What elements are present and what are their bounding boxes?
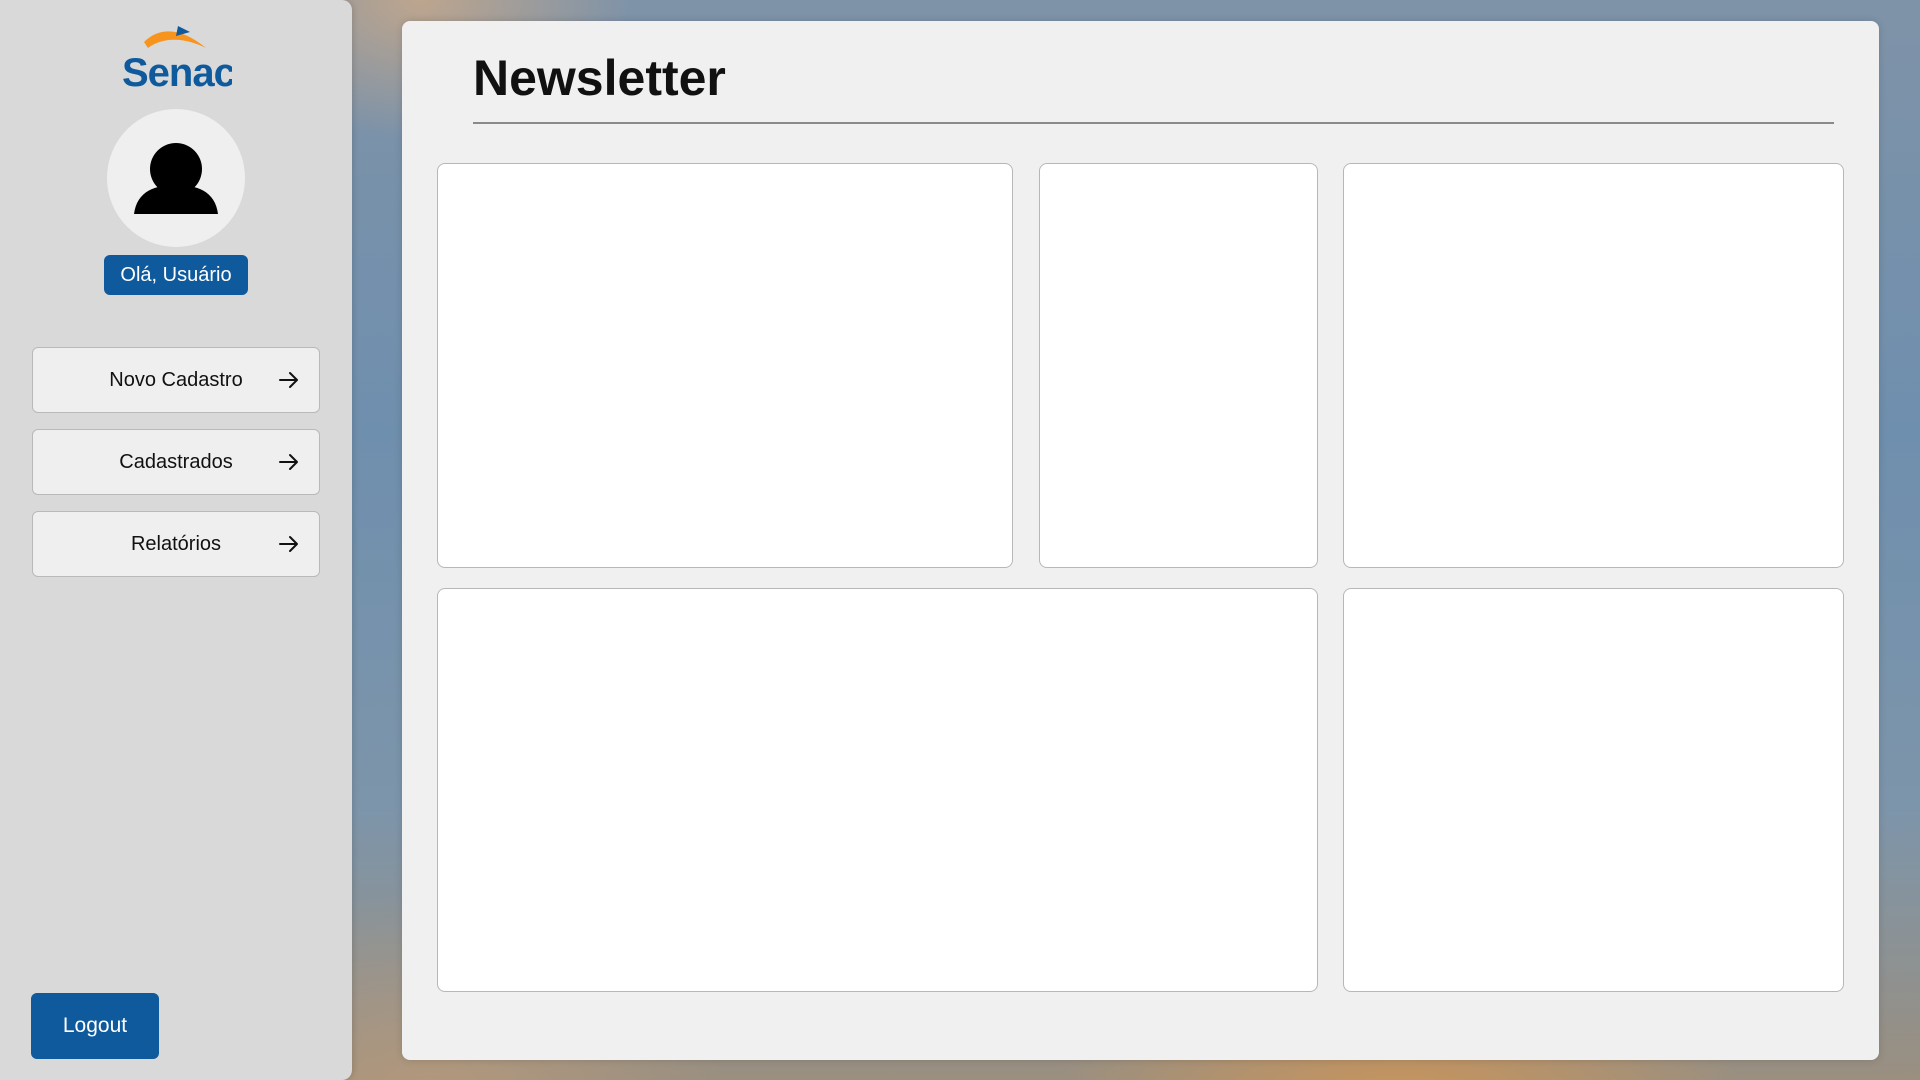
nav-cadastrados-label: Cadastrados	[119, 450, 233, 473]
logout-button[interactable]: Logout	[31, 993, 159, 1059]
nav-relatorios-button[interactable]: Relatórios	[32, 511, 320, 577]
sidebar: Senac Olá, Usuário Novo Cadastro Cadastr…	[0, 0, 352, 1080]
nav-cadastrados-button[interactable]: Cadastrados	[32, 429, 320, 495]
arrow-right-icon	[279, 454, 298, 470]
title-divider	[473, 122, 1834, 124]
page-title: Newsletter	[473, 50, 726, 106]
main-panel: Newsletter	[402, 21, 1879, 1060]
nav-relatorios-label: Relatórios	[130, 532, 222, 555]
arrow-right-icon	[279, 372, 298, 388]
nav-novo-cadastro-label: Novo Cadastro	[109, 368, 243, 391]
senac-logo: Senac	[120, 24, 237, 95]
arrow-right-icon	[279, 536, 298, 552]
dashboard-card-2	[1039, 163, 1318, 568]
svg-text:Senac: Senac	[122, 51, 232, 90]
greeting-badge: Olá, Usuário	[104, 255, 248, 295]
nav-novo-cadastro-button[interactable]: Novo Cadastro	[32, 347, 320, 413]
dashboard-card-3	[1343, 163, 1844, 568]
user-avatar	[107, 109, 245, 247]
dashboard-card-1	[437, 163, 1013, 568]
dashboard-card-4	[437, 588, 1318, 992]
dashboard-card-5	[1343, 588, 1844, 992]
